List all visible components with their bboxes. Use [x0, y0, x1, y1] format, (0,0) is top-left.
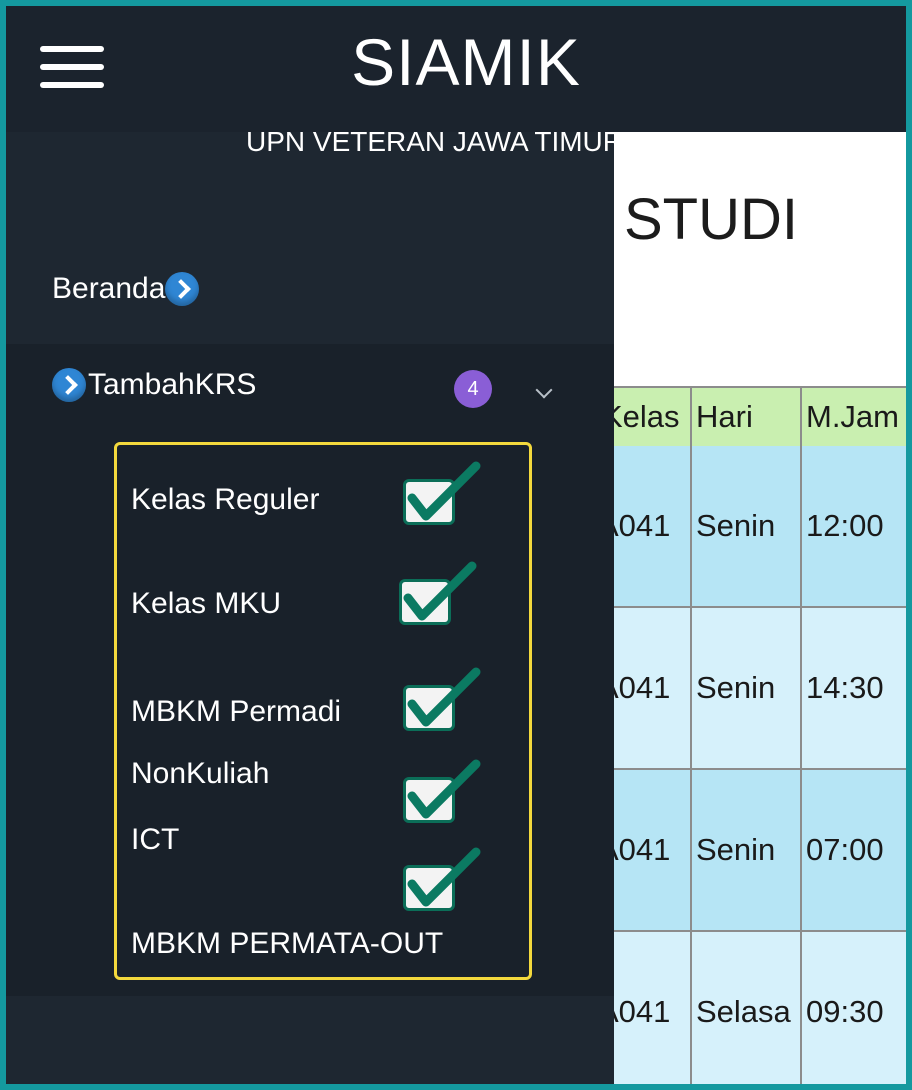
more-dots-icon[interactable]: •••	[828, 230, 854, 256]
submenu-item-mbkm-permata-out[interactable]: MBKM PERMATA-OUT	[131, 927, 443, 961]
hamburger-menu-icon[interactable]	[40, 46, 106, 90]
submenu-item-nonkuliah[interactable]: NonKuliah	[131, 757, 269, 791]
sidebar-item-label: TambahKRS	[88, 368, 257, 401]
sidebar-item-tambahkrs[interactable]: TambahKRS	[52, 368, 256, 402]
sidebar-item-beranda[interactable]: Beranda	[52, 272, 200, 306]
table-row[interactable]: A041 Senin 12:00	[598, 446, 906, 608]
checkmark-icon	[403, 667, 481, 731]
top-bar: SIAMIK	[6, 6, 906, 132]
sidebar-drawer: UPN VETERAN JAWA TIMUR Beranda TambahKRS…	[6, 126, 623, 1084]
table-cell-hari: Senin	[690, 446, 800, 606]
sidebar-footer	[6, 996, 614, 1084]
checkmark-icon	[403, 759, 481, 823]
institution-subtitle: UPN VETERAN JAWA TIMUR	[246, 126, 624, 157]
page-heading: STUDI	[624, 187, 798, 252]
table-row[interactable]: A041 Senin 14:30	[598, 608, 906, 770]
chevron-right-circle-icon	[52, 368, 86, 402]
app-frame: SIAMIK STUDI ••• Kelas Hari M.Jam A041 S…	[0, 0, 912, 1090]
tambahkrs-submenu: Kelas Reguler Kelas MKU MBKM Permadi Non…	[114, 442, 532, 980]
table-header-row: Kelas Hari M.Jam	[602, 386, 906, 448]
column-header-hari: Hari	[690, 388, 800, 446]
table-row[interactable]: A041 Senin 07:00	[598, 770, 906, 932]
count-badge: 4	[454, 370, 492, 408]
column-header-mjam: M.Jam	[800, 388, 906, 446]
table-cell-hari: Selasa	[690, 932, 800, 1084]
table-cell-hari: Senin	[690, 770, 800, 930]
table-cell-jam: 14:30	[800, 608, 906, 768]
chevron-down-icon[interactable]	[535, 381, 553, 399]
table-cell-jam: 09:30	[800, 932, 906, 1084]
main-content: STUDI ••• Kelas Hari M.Jam A041 Senin 12…	[598, 132, 906, 1084]
checkmark-icon	[403, 847, 481, 911]
table-cell-jam: 12:00	[800, 446, 906, 606]
submenu-item-mbkm-permadi[interactable]: MBKM Permadi	[131, 695, 341, 729]
table-row[interactable]: A041 Selasa 09:30	[598, 932, 906, 1084]
column-header-kelas: Kelas	[602, 399, 680, 434]
table-cell-jam: 07:00	[800, 770, 906, 930]
checkmark-icon	[403, 461, 481, 525]
chevron-right-circle-icon	[165, 272, 200, 306]
app-title: SIAMIK	[351, 25, 581, 99]
submenu-item-kelas-reguler[interactable]: Kelas Reguler	[131, 483, 319, 517]
checkmark-icon	[399, 561, 477, 625]
sidebar-section-tambahkrs: TambahKRS 4 Kelas Reguler Kelas MKU MBKM…	[6, 344, 614, 996]
sidebar-item-label: Beranda	[52, 272, 166, 305]
submenu-item-kelas-mku[interactable]: Kelas MKU	[131, 587, 281, 621]
submenu-item-ict[interactable]: ICT	[131, 823, 179, 857]
table-cell-hari: Senin	[690, 608, 800, 768]
